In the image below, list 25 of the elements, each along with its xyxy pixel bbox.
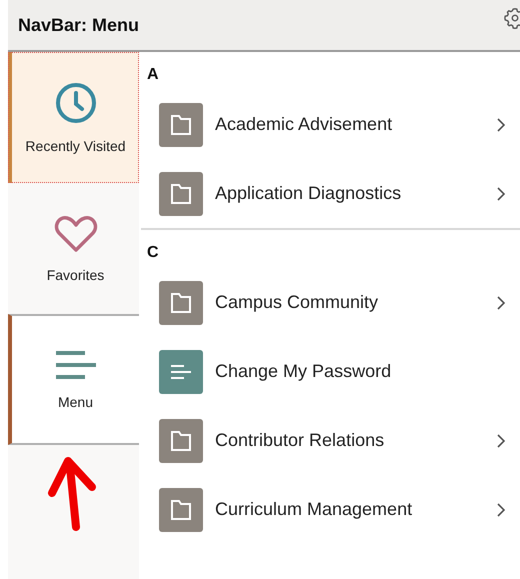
menu-item[interactable]: Campus Community (141, 268, 520, 337)
folder-icon (159, 280, 203, 324)
menu-item[interactable]: Contributor Relations (141, 406, 520, 475)
folder-icon (159, 488, 203, 532)
menu-item[interactable]: Academic Advisement (141, 90, 520, 159)
menu-item[interactable]: Change My Password (141, 337, 520, 406)
menu-item[interactable]: Application Diagnostics (141, 159, 520, 228)
menu-item[interactable]: Curriculum Management (141, 475, 520, 544)
tab-label: Recently Visited (25, 138, 126, 154)
settings-icon[interactable] (504, 7, 520, 29)
sidebar-tab[interactable]: Menu (8, 314, 139, 445)
document-icon (159, 350, 203, 394)
tab-label: Menu (58, 394, 94, 410)
clock-icon (54, 82, 96, 124)
folder-icon (159, 418, 203, 462)
heart-icon (54, 214, 98, 252)
menu-icon (54, 350, 96, 380)
page-title: NavBar: Menu (18, 14, 140, 36)
sidebar-tab[interactable]: Recently Visited (8, 52, 139, 183)
folder-icon (159, 102, 203, 146)
folder-icon (159, 172, 203, 216)
section-heading: A (146, 66, 160, 84)
section-heading: C (146, 244, 160, 262)
sidebar-tab[interactable]: Favorites (8, 183, 139, 314)
tab-label: Favorites (46, 266, 104, 282)
